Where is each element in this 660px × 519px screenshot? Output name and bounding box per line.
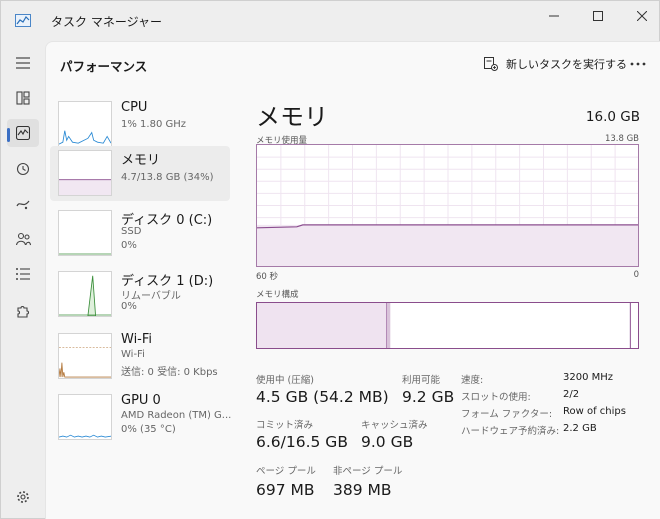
sidebar-item-name: Wi-Fi [121,332,153,347]
memory-total: 16.0 GB [585,109,640,125]
speed-label: 速度: [461,375,484,386]
close-button[interactable] [619,1,660,31]
in-use-segment [257,303,387,348]
more-dots-icon [630,62,646,66]
maximize-button[interactable] [575,1,621,31]
gear-icon [17,491,29,503]
form-factor-value: Row of chips [563,406,626,417]
sidebar-item-name: メモリ [121,153,161,168]
nav-services-button[interactable] [7,297,39,325]
sidebar-item-name: GPU 0 [121,393,161,408]
nav-app-history-button[interactable] [7,155,39,183]
sidebar-item-disk-1[interactable]: ディスク 1 (D:) リムーバブル 0% [50,267,230,322]
title-bar: タスク マネージャー [1,1,659,41]
available-label: 利用可能 [402,375,441,386]
x-axis-left-label: 60 秒 [256,272,279,282]
nav-performance-button[interactable] [7,119,39,147]
sidebar-item-disk-0[interactable]: ディスク 0 (C:) SSD 0% [50,206,230,261]
composition-label: メモリ構成 [256,290,299,300]
paged-pool-value: 697 MB [256,481,315,499]
sidebar-item-sub: 1% 1.80 GHz [121,119,187,130]
in-use-label: 使用中 (圧縮) [256,375,314,386]
hamburger-menu-icon [16,57,30,69]
performance-icon [16,126,30,140]
sidebar-item-cpu[interactable]: CPU 1% 1.80 GHz [50,97,230,152]
nav-menu-button[interactable] [7,49,39,77]
usage-area-fill [257,224,638,266]
nav-details-button[interactable] [7,260,39,288]
committed-value: 6.6/16.5 GB [256,433,348,451]
nav-startup-button[interactable] [7,190,39,218]
nonpaged-pool-label: 非ページ プール [333,466,403,477]
available-value: 9.2 GB [402,388,455,406]
sidebar-item-sub: 0% (35 °C) [121,424,176,435]
hardware-reserved-value: 2.2 GB [563,423,597,434]
slots-used-value: 2/2 [563,389,580,400]
sidebar-item-gpu[interactable]: GPU 0 AMD Radeon (TM) G... 0% (35 °C) [50,390,232,445]
minimize-button[interactable] [531,1,577,31]
nav-settings-button[interactable] [7,483,39,511]
sidebar-item-sub: リムーバブル [121,291,181,302]
speed-value: 3200 MHz [563,372,614,383]
new-task-label: 新しいタスクを実行する [506,58,627,71]
disk0-thumbnail-graph [58,210,112,256]
services-puzzle-icon [17,306,29,318]
x-axis-right-label: 0 [633,270,639,280]
memory-composition-bar [256,302,639,349]
detail-title: メモリ [256,103,328,131]
performance-page: パフォーマンス 新しいタスクを実行する CPU 1% 1.80 GHz メモリ … [45,41,660,519]
maximize-icon [593,11,603,21]
nav-rail [1,41,45,519]
form-factor-label: フォーム ファクター: [461,409,553,420]
memory-usage-graph [256,144,639,267]
committed-label: コミット済み [256,420,314,431]
sidebar-item-sub: 0% [121,240,137,251]
sidebar-item-sub: Wi-Fi [121,349,145,360]
sidebar-item-memory[interactable]: メモリ 4.7/13.8 GB (34%) [50,146,230,201]
sidebar-item-sub: 4.7/13.8 GB (34%) [121,172,214,183]
details-list-icon [16,268,30,280]
minimize-icon [549,15,559,17]
cpu-thumbnail-graph [58,101,112,147]
paged-pool-label: ページ プール [256,466,316,477]
memory-thumbnail-graph [58,150,112,196]
page-title: パフォーマンス [60,59,148,74]
new-task-button[interactable]: 新しいタスクを実行する [484,54,627,74]
new-task-icon [484,57,498,71]
hardware-reserved-label: ハードウェア予約済み: [461,426,560,437]
sidebar-item-name: CPU [121,100,148,115]
close-icon [637,11,647,21]
more-options-button[interactable] [628,54,648,74]
processes-icon [16,91,30,105]
in-use-value: 4.5 GB (54.2 MB) [256,388,389,406]
nonpaged-pool-value: 389 MB [333,481,392,499]
sidebar-item-sub: AMD Radeon (TM) G... [121,410,232,421]
task-manager-window: タスク マネージャー パフォーマンス 新しいタスクを実行する CPU 1% 1.… [0,0,660,519]
sidebar-item-sub: 0% [121,301,137,312]
gpu-thumbnail-graph [58,394,112,440]
cached-label: キャッシュ済み [361,420,428,431]
window-title: タスク マネージャー [51,15,162,29]
sidebar-item-sub: 送信: 0 受信: 0 Kbps [121,367,218,378]
task-manager-app-icon [15,14,31,27]
wifi-thumbnail-graph [58,333,112,379]
sidebar-item-sub: SSD [121,226,142,237]
users-icon [15,232,31,246]
active-indicator [7,128,10,142]
usage-graph-max: 13.8 GB [604,134,639,144]
slots-used-label: スロットの使用: [461,392,531,403]
history-icon [16,162,30,176]
nav-processes-button[interactable] [7,84,39,112]
sidebar-item-wifi[interactable]: Wi-Fi Wi-Fi 送信: 0 受信: 0 Kbps [50,329,230,384]
nav-users-button[interactable] [7,225,39,253]
disk1-thumbnail-graph [58,271,112,317]
startup-icon [16,200,30,210]
cached-value: 9.0 GB [361,433,414,451]
modified-segment [386,303,391,348]
